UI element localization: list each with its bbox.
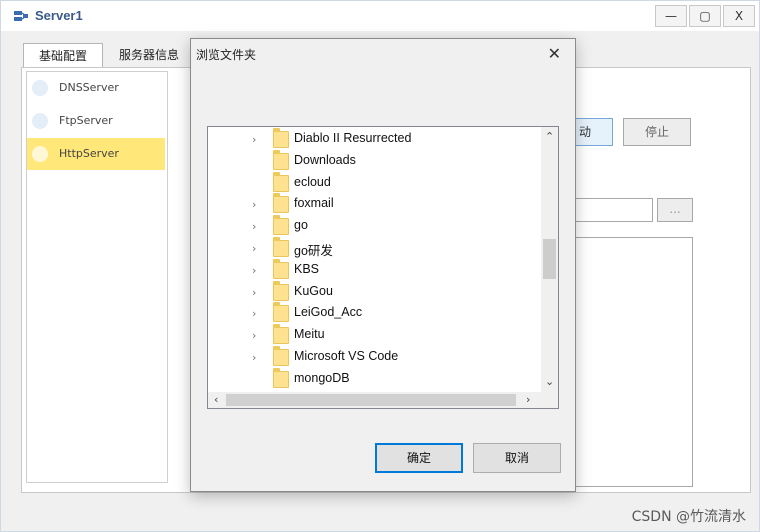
expand-chevron-icon[interactable]: › [252,242,256,255]
scroll-left-icon[interactable]: ‹ [214,393,218,406]
folder-item[interactable]: › Meitu [208,324,538,346]
vertical-scroll-thumb[interactable] [543,239,556,279]
folder-item[interactable]: › go [208,215,538,237]
horizontal-scrollbar[interactable]: ‹ › [208,392,541,408]
service-label: DNSServer [59,81,119,94]
vertical-scrollbar[interactable]: ⌃ ⌄ [541,127,558,392]
scroll-right-icon[interactable]: › [526,393,530,406]
folder-item[interactable]: Downloads [208,149,538,172]
folder-icon [273,149,289,170]
folder-tree[interactable]: mongoDB › Microsoft VS Code › Meitu › LeiGod_A… [207,126,559,409]
folder-label: go研发 [294,244,333,258]
folder-icon [273,324,289,345]
folder-item[interactable]: › foxmail [208,193,538,215]
service-status-icon [32,80,48,96]
maximize-button[interactable]: ▢ [689,5,721,27]
ok-button[interactable]: 确定 [375,443,463,473]
minimize-button[interactable]: — [655,5,687,27]
folder-icon [273,193,289,214]
close-button[interactable]: X [723,5,755,27]
folder-label: KBS [294,261,320,276]
folder-item[interactable]: › KBS [208,258,538,281]
folder-label: Meitu [294,327,325,342]
folder-item[interactable]: ecloud [208,171,538,194]
browse-folder-dialog: 浏览文件夹 ✕ mongoDB › Microsoft VS Code › Meitu ›… [190,38,576,492]
service-label: FtpServer [59,114,113,127]
dialog-title: 浏览文件夹 [196,48,257,62]
expand-chevron-icon[interactable]: › [252,329,256,342]
folder-item[interactable]: › LeiGod_Acc [208,302,538,324]
folder-label: KuGou [294,283,333,298]
folder-label: Diablo II Resurrected [294,131,412,145]
dialog-close-icon[interactable]: ✕ [548,44,561,63]
service-item-ftp[interactable]: FtpServer [27,105,165,137]
log-textarea[interactable] [561,237,693,487]
service-item-http[interactable]: HttpServer [27,138,165,170]
folder-label: mongoDB [294,370,350,385]
service-list: DNSServer FtpServer HttpServer [26,71,168,483]
folder-item[interactable]: › KuGou [208,280,538,303]
folder-icon [273,258,289,279]
service-status-icon [32,146,48,162]
expand-chevron-icon[interactable]: › [252,133,256,146]
folder-label: go [294,218,308,233]
folder-label: foxmail [294,196,334,211]
folder-label: ecloud [294,174,331,189]
folder-item[interactable]: › Microsoft VS Code [208,346,538,368]
cancel-button[interactable]: 取消 [473,443,561,473]
expand-chevron-icon[interactable]: › [252,264,256,277]
folder-icon [273,346,289,366]
tab-server-info[interactable]: 服务器信息 [109,43,189,67]
scroll-up-icon[interactable]: ⌃ [545,130,554,143]
service-item-dns[interactable]: DNSServer [27,72,165,104]
expand-chevron-icon[interactable]: › [252,307,256,320]
folder-icon [273,367,289,388]
browse-button[interactable]: ... [657,198,693,222]
server-app-icon [14,11,28,21]
folder-icon [273,280,289,301]
expand-chevron-icon[interactable]: › [252,220,256,233]
folder-label: Microsoft VS Code [294,349,399,363]
folder-icon [273,128,289,148]
folder-label: LeiGod_Acc [294,305,363,320]
horizontal-scroll-thumb[interactable] [226,394,516,406]
tab-basic-config[interactable]: 基础配置 [23,43,103,68]
folder-label: Downloads [294,152,356,167]
folder-icon [273,171,289,192]
expand-chevron-icon[interactable]: › [252,198,256,211]
folder-icon [273,302,289,323]
scrollbar-corner [541,392,558,408]
scroll-down-icon[interactable]: ⌄ [545,375,554,388]
folder-item[interactable]: › go研发 [208,237,538,259]
watermark: CSDN @竹流清水 [631,509,746,525]
service-label: HttpServer [59,147,119,160]
stop-button[interactable]: 停止 [623,118,691,146]
expand-chevron-icon[interactable]: › [252,286,256,299]
folder-icon [273,237,289,257]
folder-icon [273,215,289,236]
title-bar: Server1 — ▢ X [1,1,759,31]
folder-item[interactable]: › Diablo II Resurrected [208,128,538,150]
folder-item[interactable]: mongoDB [208,367,538,390]
service-status-icon [32,113,48,129]
window-title: Server1 [35,8,83,23]
expand-chevron-icon[interactable]: › [252,351,256,364]
